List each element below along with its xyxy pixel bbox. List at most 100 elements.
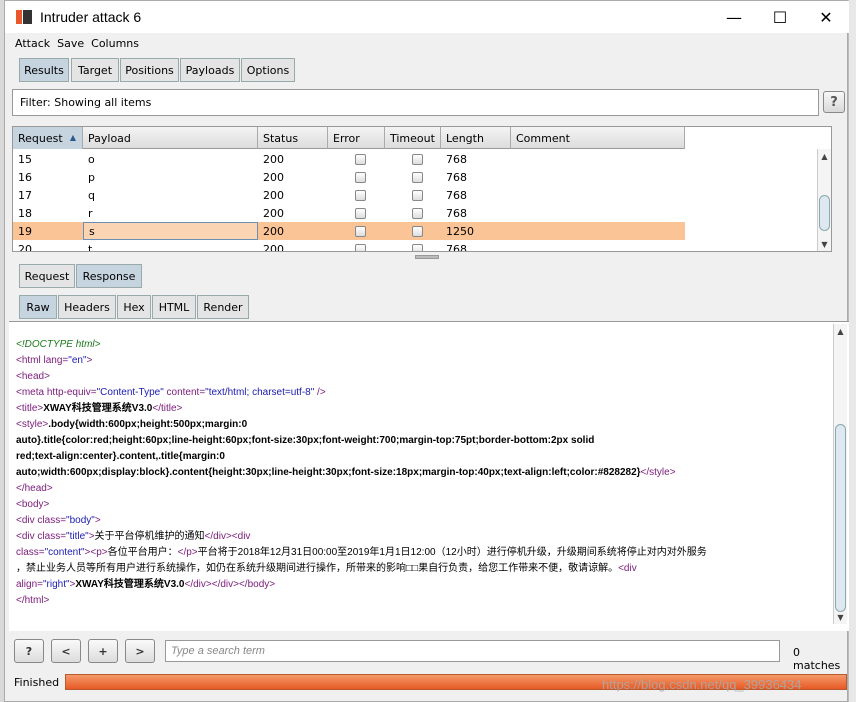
table-row[interactable]: 19 s 200 1250 — [13, 222, 685, 240]
tab-raw[interactable]: Raw — [19, 295, 57, 319]
checkbox-icon — [355, 153, 366, 165]
table-scrollbar[interactable]: ▲ ▼ — [817, 149, 831, 251]
tab-payloads[interactable]: Payloads — [180, 58, 240, 82]
cell-request: 19 — [18, 224, 32, 238]
cell-request: 20 — [18, 242, 32, 252]
search-help-button[interactable]: ? — [14, 639, 44, 663]
scroll-down-icon[interactable]: ▼ — [818, 237, 831, 251]
cell-payload: t — [88, 242, 93, 252]
column-header-payload[interactable]: Payload — [83, 127, 258, 149]
table-row[interactable]: 20 t 200 768 — [13, 240, 685, 252]
tab-positions[interactable]: Positions — [120, 58, 179, 82]
column-header-timeout[interactable]: Timeout — [385, 127, 441, 149]
background-window-right — [848, 0, 856, 702]
cell-request: 15 — [18, 152, 32, 166]
column-header-length[interactable]: Length — [441, 127, 511, 149]
tab-response[interactable]: Response — [76, 264, 142, 288]
checkbox-icon — [412, 243, 423, 251]
checkbox-icon — [412, 153, 423, 165]
cell-payload: o — [88, 152, 95, 166]
search-add-button[interactable]: + — [88, 639, 118, 663]
window-title: Intruder attack 6 — [40, 9, 142, 25]
maximize-button[interactable]: ☐ — [757, 1, 803, 33]
cell-request: 16 — [18, 170, 32, 184]
search-box — [165, 640, 780, 662]
menu-columns[interactable]: Columns — [91, 37, 139, 50]
response-raw-text: <!DOCTYPE html> <html lang="en"> <head> … — [16, 339, 707, 606]
search-input[interactable] — [171, 645, 771, 657]
menu-bar: Attack Save Columns — [5, 33, 849, 53]
close-button[interactable]: ✕ — [803, 1, 849, 33]
cell-timeout — [385, 204, 441, 222]
checkbox-icon — [355, 207, 366, 219]
results-table: Request ▲ Payload Status Error Timeout Le… — [12, 126, 832, 252]
checkbox-icon — [355, 243, 366, 251]
filter-help-button[interactable]: ? — [823, 91, 845, 113]
attack-status: Finished — [14, 676, 60, 689]
scroll-thumb[interactable] — [819, 195, 830, 231]
checkbox-icon — [412, 171, 423, 183]
cell-error — [328, 240, 385, 251]
cell-length: 768 — [446, 206, 467, 220]
column-header-status[interactable]: Status — [258, 127, 328, 149]
checkbox-icon — [355, 225, 366, 237]
column-header-comment[interactable]: Comment — [511, 127, 685, 149]
scroll-thumb[interactable] — [835, 424, 846, 612]
help-icon: ? — [830, 94, 838, 110]
tab-results[interactable]: Results — [19, 58, 69, 82]
tab-target[interactable]: Target — [71, 58, 119, 82]
search-next-button[interactable]: > — [125, 639, 155, 663]
column-header-error[interactable]: Error — [328, 127, 385, 149]
cell-length: 768 — [446, 170, 467, 184]
cell-payload: p — [88, 170, 95, 184]
table-row[interactable]: 15 o 200 768 — [13, 150, 685, 168]
menu-save[interactable]: Save — [57, 37, 84, 50]
response-scrollbar[interactable]: ▲ ▼ — [833, 324, 847, 624]
tab-hex[interactable]: Hex — [117, 295, 151, 319]
table-row[interactable]: 18 r 200 768 — [13, 204, 685, 222]
cell-length: 768 — [446, 188, 467, 202]
cell-length: 768 — [446, 242, 467, 252]
cell-request: 18 — [18, 206, 32, 220]
chevron-left-icon: < — [61, 644, 71, 658]
tab-options[interactable]: Options — [241, 58, 295, 82]
menu-attack[interactable]: Attack — [15, 37, 50, 50]
cell-status: 200 — [263, 206, 284, 220]
cell-timeout — [385, 186, 441, 204]
filter-bar[interactable]: Filter: Showing all items — [12, 89, 819, 116]
checkbox-icon — [412, 225, 423, 237]
response-viewer[interactable]: <!DOCTYPE html> <html lang="en"> <head> … — [9, 321, 849, 631]
checkbox-icon — [412, 207, 423, 219]
minimize-icon: — — [726, 7, 742, 27]
scroll-up-icon[interactable]: ▲ — [818, 149, 831, 163]
cell-error — [328, 222, 385, 240]
table-header: Request ▲ Payload Status Error Timeout Le… — [13, 127, 685, 149]
help-icon: ? — [25, 644, 33, 658]
cell-timeout — [385, 222, 441, 240]
cell-length: 1250 — [446, 224, 474, 238]
plus-icon: + — [98, 644, 108, 658]
cell-status: 200 — [263, 188, 284, 202]
cell-status: 200 — [263, 170, 284, 184]
minimize-button[interactable]: — — [711, 1, 757, 33]
cell-length: 768 — [446, 152, 467, 166]
tab-render[interactable]: Render — [197, 295, 249, 319]
chevron-right-icon: > — [135, 644, 145, 658]
watermark: https://blog.csdn.net/qq_39936434 — [602, 677, 802, 692]
scroll-down-icon[interactable]: ▼ — [834, 610, 847, 624]
column-header-request[interactable]: Request ▲ — [13, 127, 83, 149]
checkbox-icon — [355, 189, 366, 201]
close-icon: ✕ — [819, 7, 833, 27]
pane-splitter[interactable] — [415, 255, 439, 259]
scroll-up-icon[interactable]: ▲ — [834, 324, 847, 338]
cell-timeout — [385, 240, 441, 251]
filter-label: Filter: Showing all items — [20, 96, 152, 109]
search-prev-button[interactable]: < — [51, 639, 81, 663]
burp-app-icon — [16, 10, 32, 24]
tab-headers[interactable]: Headers — [58, 295, 116, 319]
cell-payload: r — [88, 206, 93, 220]
tab-request[interactable]: Request — [19, 264, 75, 288]
table-row[interactable]: 16 p 200 768 — [13, 168, 685, 186]
tab-html[interactable]: HTML — [152, 295, 196, 319]
table-row[interactable]: 17 q 200 768 — [13, 186, 685, 204]
